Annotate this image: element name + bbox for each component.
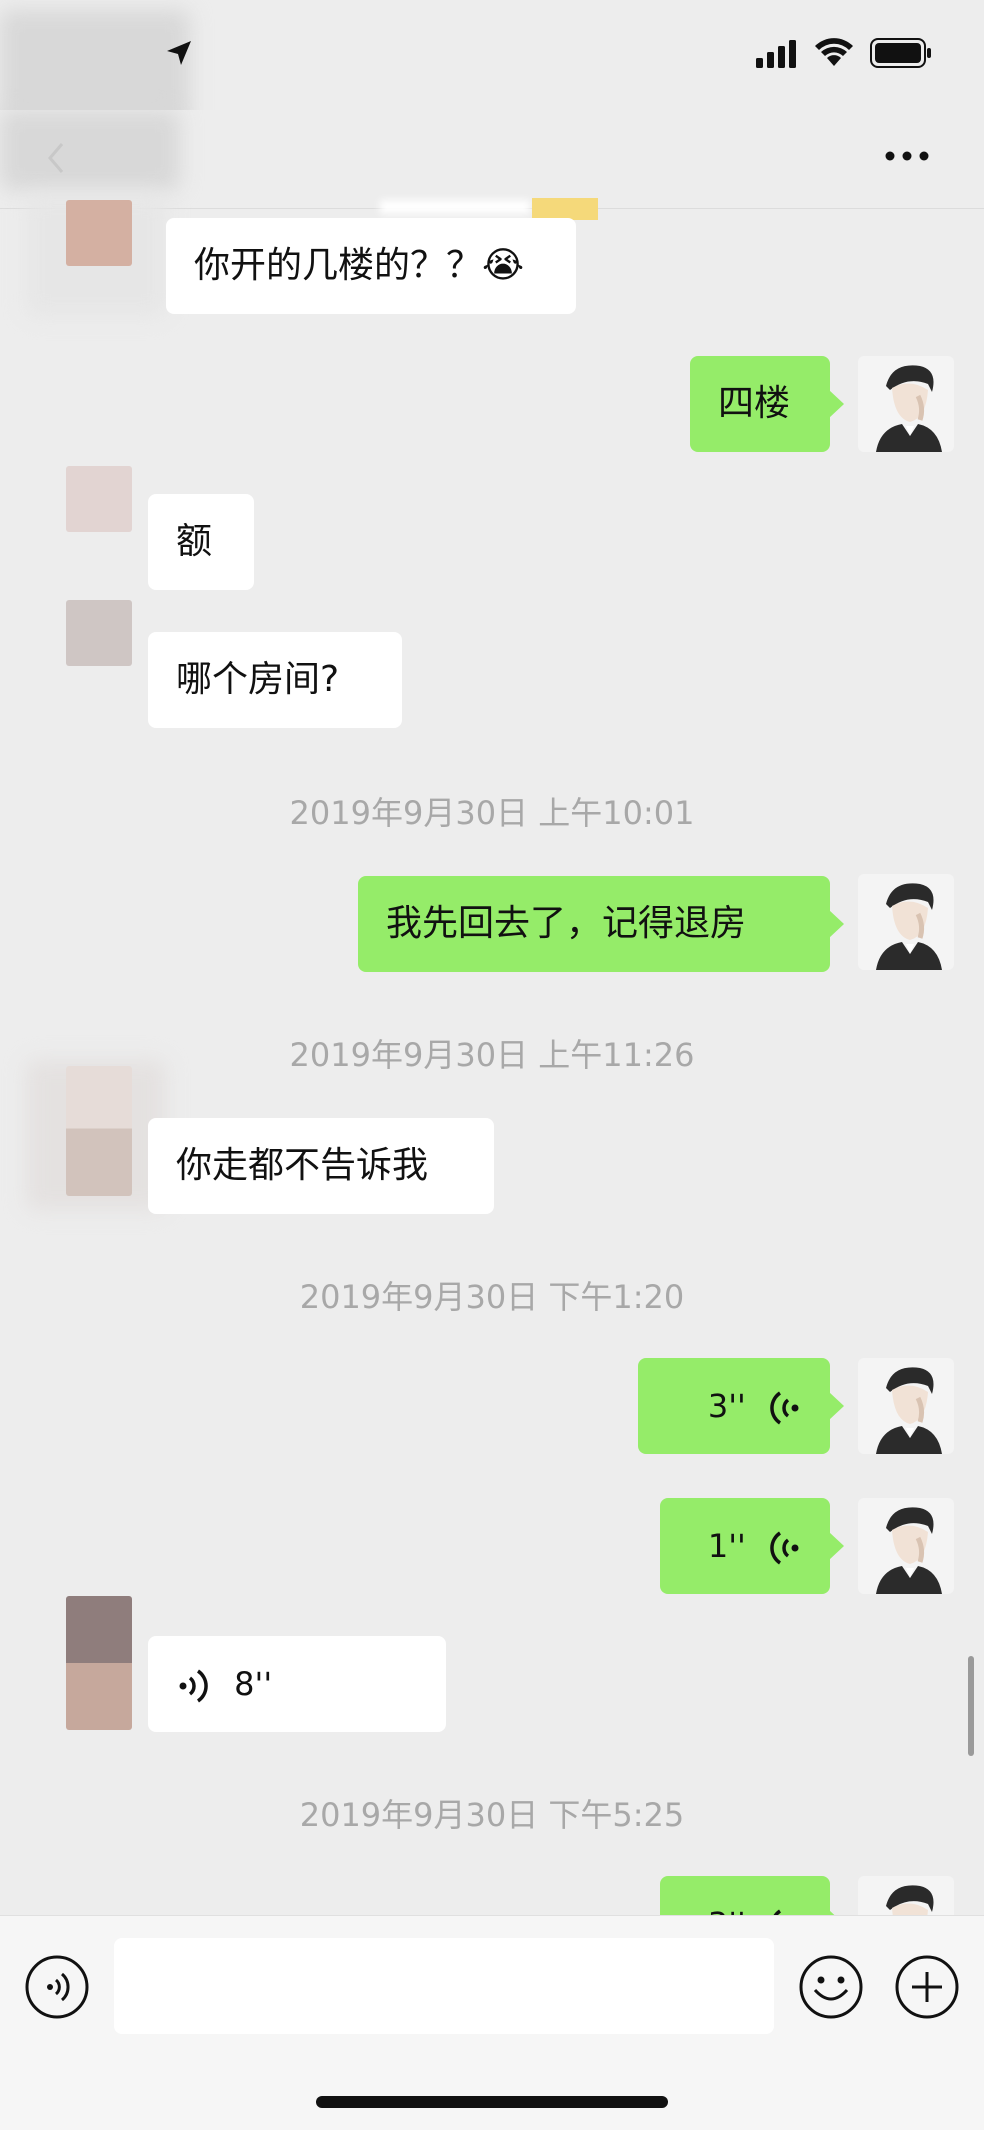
home-indicator[interactable]	[316, 2096, 668, 2108]
timestamp: 2019年9月30日 下午1:20	[299, 1278, 685, 1316]
voice-duration: 8''	[234, 1665, 273, 1703]
sticker-fragment	[532, 198, 598, 220]
message-text: 你走都不告诉我	[176, 1145, 429, 1186]
voice-wave-icon	[770, 1391, 799, 1425]
blurred-title	[0, 110, 180, 190]
voice-message-bubble[interactable]: 3''	[638, 1358, 844, 1454]
user-avatar-illustration	[858, 1358, 954, 1454]
message-input[interactable]	[114, 1938, 774, 2034]
location-arrow-icon	[167, 41, 191, 65]
user-avatar-illustration	[858, 1498, 954, 1594]
chat-header	[0, 110, 984, 209]
message-text: 我先回去了，记得退房	[386, 903, 747, 944]
user-avatar-illustration	[858, 874, 954, 970]
voice-message-bubble[interactable]: 1''	[660, 1498, 844, 1594]
message-bubble[interactable]: 你走都不告诉我	[148, 1118, 494, 1214]
contact-avatar[interactable]	[66, 600, 132, 666]
voice-duration: 3''	[707, 1387, 746, 1425]
voice-wave-icon	[770, 1531, 799, 1565]
plus-circle-icon[interactable]	[894, 1954, 960, 2020]
scrollbar-thumb[interactable]	[968, 1656, 974, 1756]
emoji-icon[interactable]	[798, 1954, 864, 2020]
message-bubble[interactable]: 额	[148, 494, 254, 590]
message-bubble[interactable]: 我先回去了，记得退房	[358, 876, 844, 972]
chevron-left-icon[interactable]	[44, 140, 68, 176]
user-avatar[interactable]	[858, 1358, 954, 1454]
wifi-icon	[815, 38, 853, 66]
blurred-region	[380, 200, 530, 214]
user-avatar[interactable]	[858, 1498, 954, 1594]
timestamp: 2019年9月30日 上午10:01	[289, 794, 695, 832]
voice-message-bubble[interactable]: 8''	[148, 1636, 446, 1732]
battery-icon	[870, 38, 931, 68]
user-avatar[interactable]	[858, 356, 954, 452]
message-bubble[interactable]: 四楼	[690, 356, 844, 452]
message-text: 四楼	[718, 383, 791, 424]
cellular-signal-icon	[756, 40, 796, 68]
message-text: 你开的几楼的？？😭	[194, 245, 525, 286]
user-avatar[interactable]	[858, 874, 954, 970]
message-bubble[interactable]: 哪个房间?	[148, 632, 402, 728]
contact-avatar[interactable]	[66, 466, 132, 532]
contact-avatar[interactable]	[66, 1596, 132, 1730]
input-bar	[0, 1915, 984, 2130]
message-bubble[interactable]: 你开的几楼的？？😭	[166, 218, 576, 314]
contact-avatar[interactable]	[66, 200, 132, 266]
message-text: 额	[176, 521, 213, 562]
voice-input-icon[interactable]	[24, 1954, 90, 2020]
status-bar	[0, 0, 984, 150]
message-text: 哪个房间?	[176, 659, 340, 700]
timestamp: 2019年9月30日 下午5:25	[299, 1796, 685, 1834]
voice-duration: 1''	[707, 1527, 746, 1565]
ellipsis-icon[interactable]	[884, 150, 930, 162]
voice-wave-icon	[179, 1669, 208, 1703]
user-avatar-illustration	[858, 356, 954, 452]
contact-avatar[interactable]	[66, 1066, 132, 1196]
